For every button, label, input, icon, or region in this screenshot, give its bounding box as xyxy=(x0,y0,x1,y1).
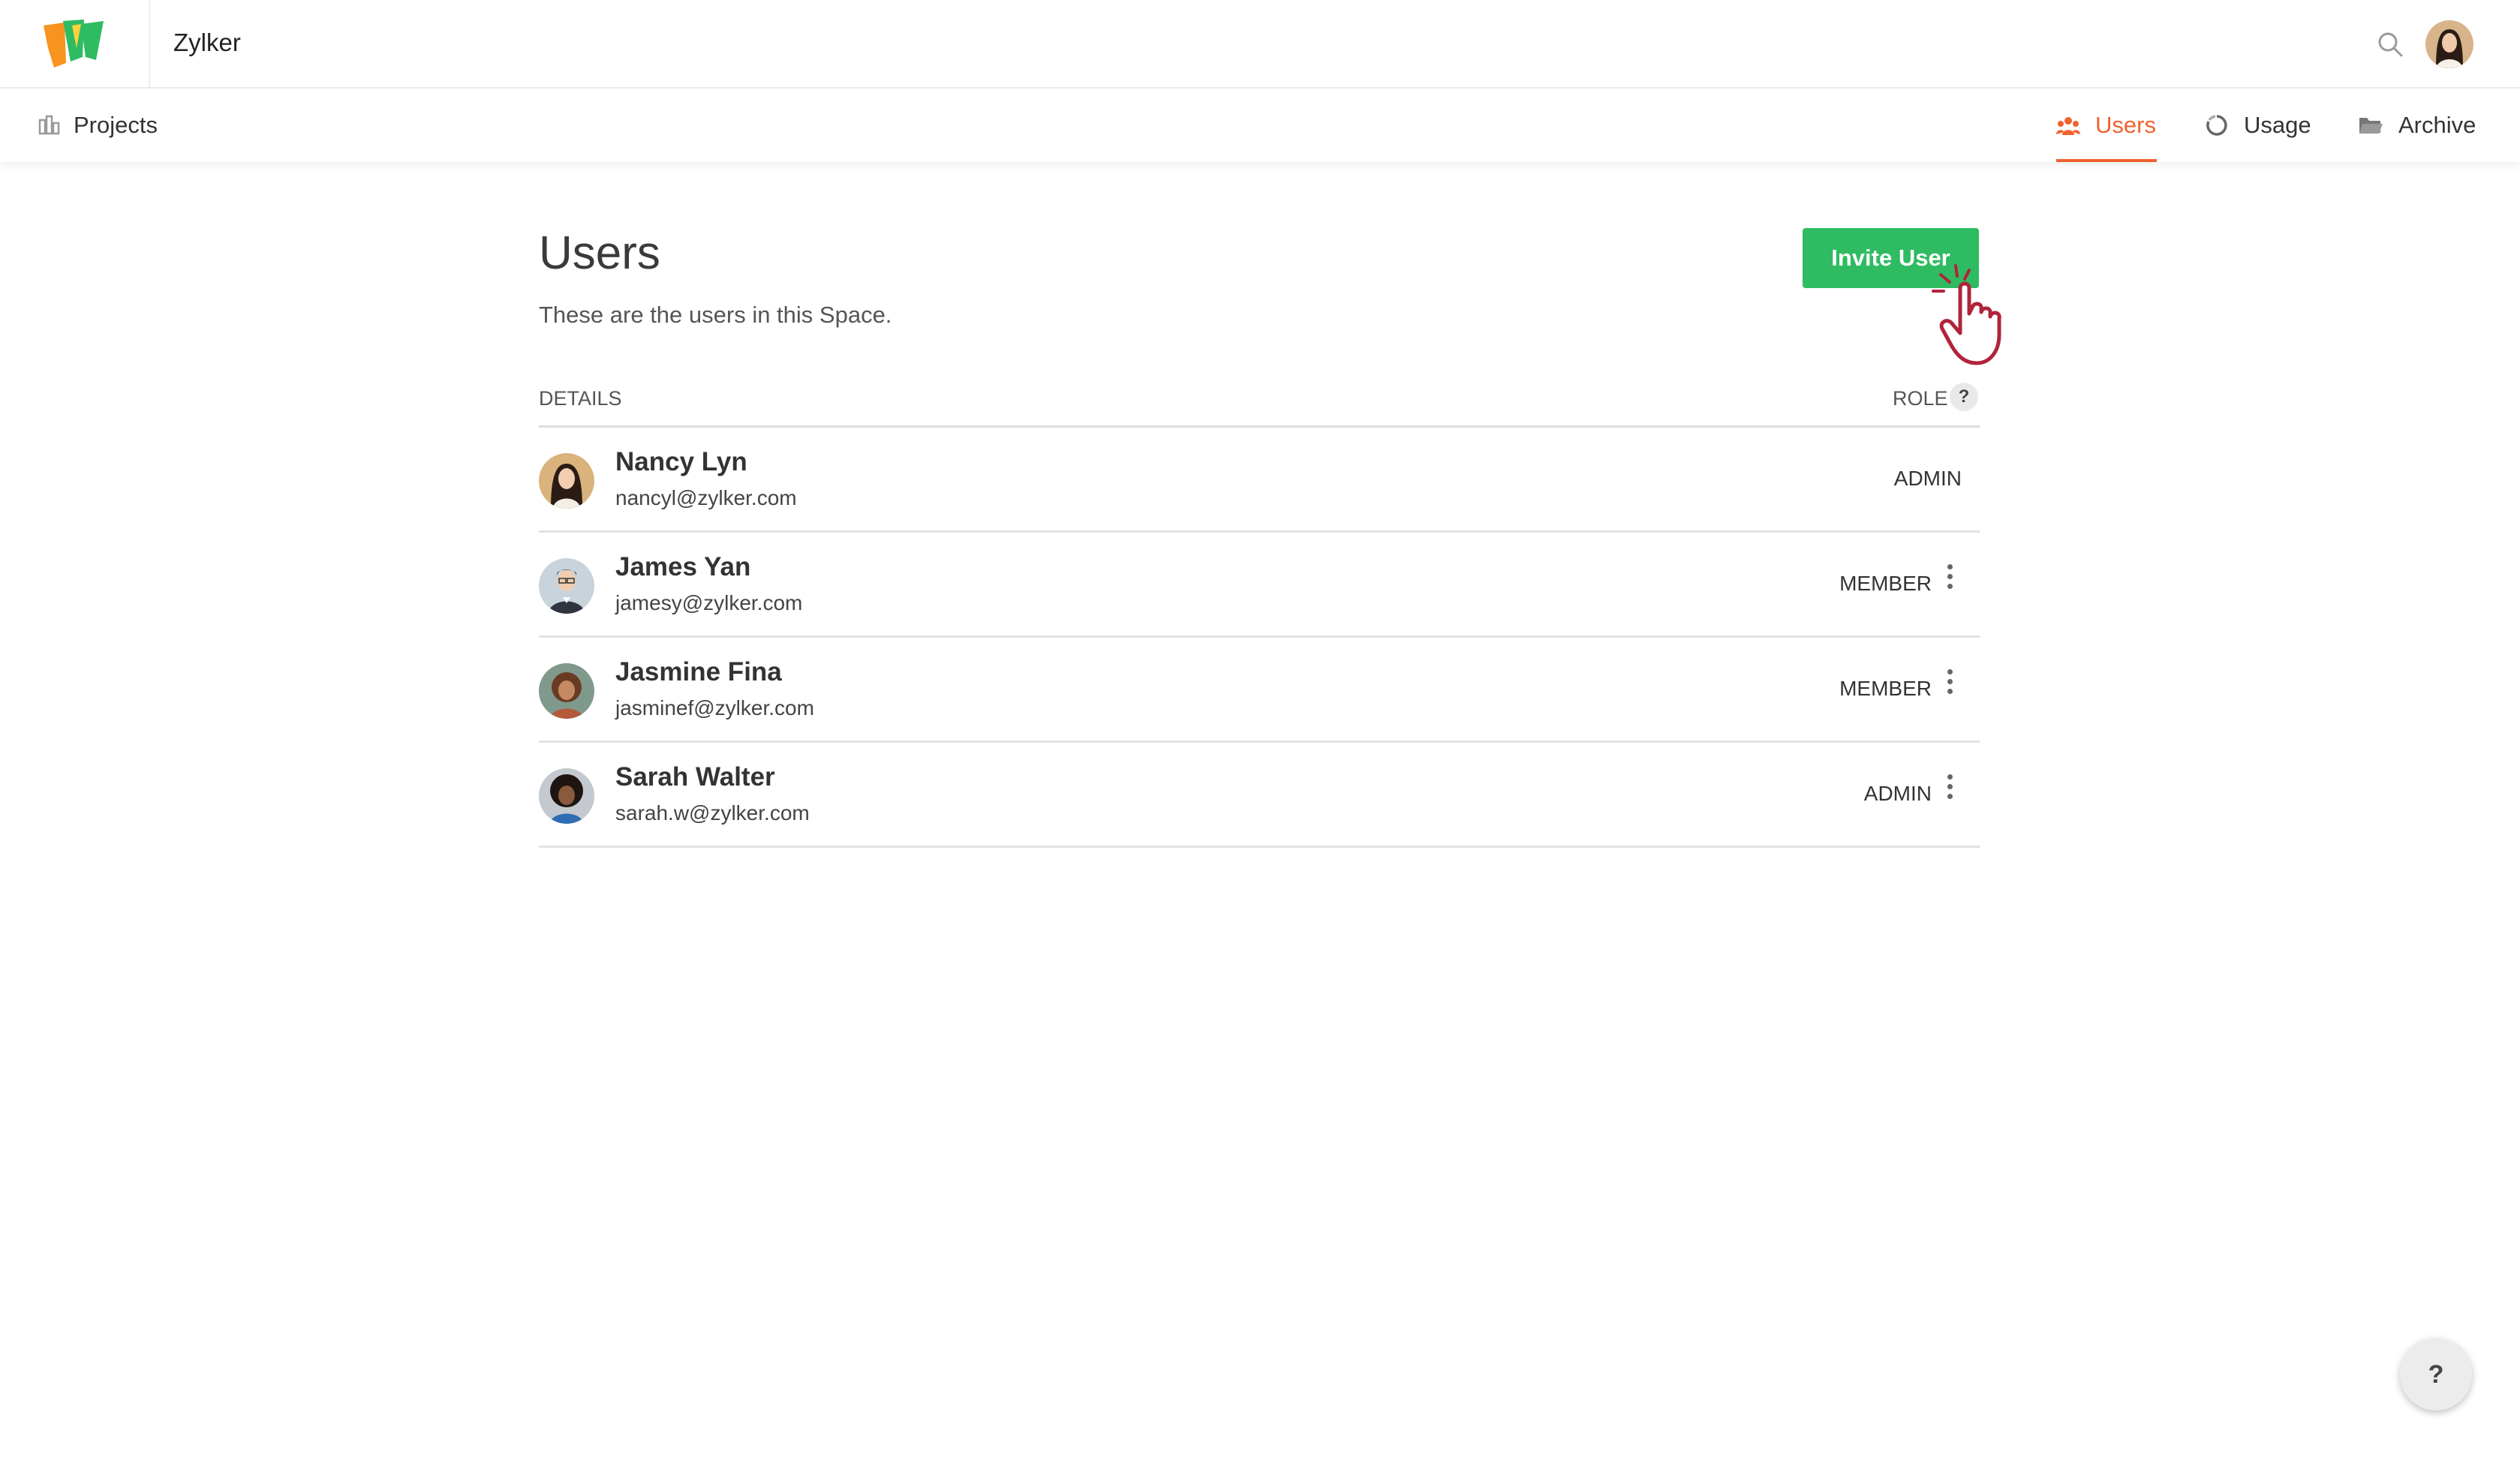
user-role: MEMBER xyxy=(1839,572,1932,595)
avatar xyxy=(539,768,594,824)
app-logo-icon[interactable] xyxy=(42,18,105,69)
user-email: nancyl@zylker.com xyxy=(615,486,797,509)
avatar xyxy=(539,453,594,509)
user-email: sarah.w@zylker.com xyxy=(615,801,810,825)
user-email: jamesy@zylker.com xyxy=(615,591,803,614)
tab-usage[interactable]: Usage xyxy=(2205,89,2311,162)
tab-usage-label: Usage xyxy=(2244,112,2311,138)
help-button[interactable]: ? xyxy=(2400,1338,2472,1410)
page-title: Users xyxy=(539,227,660,279)
table-row: Nancy Lyn nancyl@zylker.com ADMIN xyxy=(539,428,1980,533)
user-name: James Yan xyxy=(615,552,751,581)
pointer-hand-icon xyxy=(1932,264,2001,365)
usage-icon xyxy=(2206,115,2227,136)
archive-icon xyxy=(2359,118,2383,134)
more-vertical-icon[interactable] xyxy=(1942,771,1957,806)
role-help-button[interactable]: ? xyxy=(1950,383,1978,411)
more-vertical-icon[interactable] xyxy=(1942,561,1957,596)
table-row: James Yan jamesy@zylker.com MEMBER xyxy=(539,533,1980,638)
avatar xyxy=(539,663,594,719)
org-name[interactable]: Zylker xyxy=(173,29,241,57)
table-row: Jasmine Fina jasminef@zylker.com MEMBER xyxy=(539,638,1980,743)
tab-archive[interactable]: Archive xyxy=(2358,89,2476,162)
user-name: Nancy Lyn xyxy=(615,447,747,476)
page-description: These are the users in this Space. xyxy=(539,302,892,328)
tab-users-label: Users xyxy=(2095,112,2156,138)
projects-link[interactable]: Projects xyxy=(38,89,158,162)
user-email: jasminef@zylker.com xyxy=(615,696,814,719)
user-name: Sarah Walter xyxy=(615,762,775,792)
column-header-details: DETAILS xyxy=(539,387,622,410)
current-user-avatar[interactable] xyxy=(2425,20,2473,68)
tab-users[interactable]: Users xyxy=(2056,89,2157,162)
top-bar: Zylker xyxy=(0,0,2520,89)
user-name: Jasmine Fina xyxy=(615,657,782,686)
sub-navigation: Projects Users Usage Archive xyxy=(0,89,2520,162)
user-role: ADMIN xyxy=(1863,782,1932,805)
search-icon[interactable] xyxy=(2376,30,2404,59)
user-role: ADMIN xyxy=(1893,467,1962,490)
table-row: Sarah Walter sarah.w@zylker.com ADMIN xyxy=(539,743,1980,848)
user-role: MEMBER xyxy=(1839,677,1932,700)
projects-label: Projects xyxy=(74,112,158,138)
avatar xyxy=(539,558,594,614)
projects-icon xyxy=(38,115,60,135)
more-vertical-icon[interactable] xyxy=(1942,666,1957,701)
tab-archive-label: Archive xyxy=(2398,112,2476,138)
column-header-role: ROLE xyxy=(1893,387,1948,410)
users-icon xyxy=(2056,117,2080,135)
logo-divider xyxy=(149,0,150,89)
